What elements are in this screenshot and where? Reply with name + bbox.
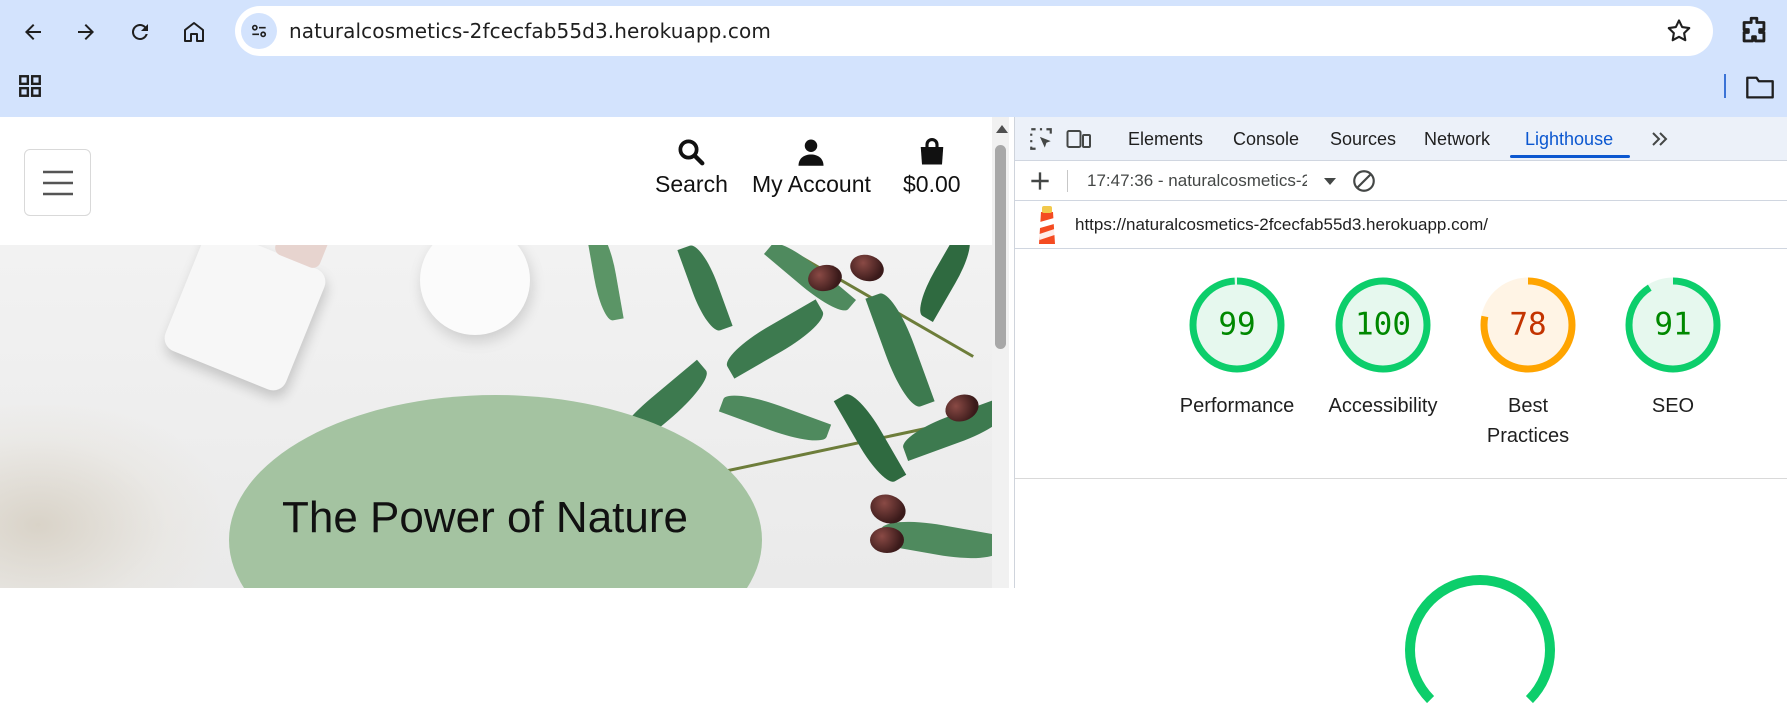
hero-oval xyxy=(229,395,762,588)
my-account-label: My Account xyxy=(752,171,871,197)
report-selector[interactable]: 17:47:36 - naturalcosmetics-2 xyxy=(1087,171,1307,191)
devtools-panel: Elements Console Sources Network Lightho… xyxy=(1014,117,1787,725)
reload-icon[interactable] xyxy=(120,12,160,52)
shopping-bag-icon xyxy=(920,138,944,165)
extensions-icon[interactable] xyxy=(1737,14,1771,48)
gauge-ring: 99 xyxy=(1189,277,1285,373)
address-bar-url: naturalcosmetics-2fcecfab55d3.herokuapp.… xyxy=(289,19,771,43)
gauge-score: 100 xyxy=(1355,307,1411,343)
web-page: Search My Account $0.00 The Power of Nat… xyxy=(0,117,992,588)
search-link[interactable]: Search xyxy=(655,137,728,198)
olive-leaf xyxy=(833,388,907,488)
olive-leaf xyxy=(677,245,733,335)
gauge-ring: 78 xyxy=(1480,277,1576,373)
score-gauge-seo[interactable]: 91 SEO xyxy=(1613,275,1733,421)
bag-total: $0.00 xyxy=(903,171,961,197)
chevron-down-icon[interactable] xyxy=(1324,178,1336,185)
score-gauge-performance[interactable]: 99 Performance xyxy=(1177,275,1297,421)
home-icon[interactable] xyxy=(174,12,214,52)
site-info-icon[interactable] xyxy=(241,13,277,49)
lighthouse-toolbar: 17:47:36 - naturalcosmetics-2 xyxy=(1015,161,1787,201)
olive-leaf xyxy=(586,245,624,323)
olive-leaf xyxy=(720,299,830,379)
back-icon[interactable] xyxy=(13,12,53,52)
forward-icon[interactable] xyxy=(66,12,106,52)
devtools-tabbar: Elements Console Sources Network Lightho… xyxy=(1015,117,1787,161)
folder-icon[interactable] xyxy=(1745,74,1775,100)
gauge-label: Accessibility xyxy=(1328,395,1438,417)
active-tab-indicator xyxy=(1510,155,1630,158)
cosmetic-bottle-image xyxy=(160,245,330,395)
user-icon xyxy=(798,139,824,166)
gauge-label: Performance xyxy=(1179,395,1295,417)
tab-network[interactable]: Network xyxy=(1424,129,1490,150)
olive-leaf xyxy=(718,386,832,450)
gauge-score: 91 xyxy=(1654,307,1691,343)
page-scrollbar[interactable] xyxy=(992,117,1009,588)
more-tabs-icon[interactable] xyxy=(1648,127,1672,151)
clear-icon[interactable] xyxy=(1351,168,1377,194)
search-icon xyxy=(678,139,705,166)
tab-console[interactable]: Console xyxy=(1233,129,1299,150)
device-toolbar-icon[interactable] xyxy=(1066,126,1092,152)
lighthouse-icon xyxy=(1039,206,1055,244)
audited-url-bar: https://naturalcosmetics-2fcecfab55d3.he… xyxy=(1015,201,1787,249)
hero-banner: The Power of Nature xyxy=(0,245,992,588)
audited-url[interactable]: https://naturalcosmetics-2fcecfab55d3.he… xyxy=(1075,215,1488,235)
section-divider xyxy=(1015,478,1787,479)
tab-lighthouse[interactable]: Lighthouse xyxy=(1525,129,1613,150)
my-account-link[interactable]: My Account xyxy=(752,137,871,198)
hamburger-icon xyxy=(42,170,73,195)
olive-fruit xyxy=(847,251,887,285)
cream-jar-image xyxy=(420,245,530,335)
tab-sources[interactable]: Sources xyxy=(1330,129,1396,150)
score-gauge-accessibility[interactable]: 100 Accessibility xyxy=(1323,275,1443,421)
scroll-thumb[interactable] xyxy=(995,145,1006,349)
inspect-element-icon[interactable] xyxy=(1028,126,1054,152)
performance-gauge-large xyxy=(1405,575,1555,725)
bookmark-separator xyxy=(1724,74,1726,98)
search-label: Search xyxy=(655,171,728,197)
gauge-label: SEO xyxy=(1651,395,1695,417)
olive-leaf xyxy=(912,245,978,322)
tab-elements[interactable]: Elements xyxy=(1128,129,1203,150)
gauge-score: 99 xyxy=(1218,307,1255,343)
gauge-ring: 91 xyxy=(1625,277,1721,373)
bookmark-star-icon[interactable] xyxy=(1665,17,1693,45)
shopping-bag-link[interactable]: $0.00 xyxy=(903,137,961,198)
menu-toggle-button[interactable] xyxy=(24,149,91,216)
scroll-up-arrow-icon[interactable] xyxy=(996,125,1008,133)
address-bar[interactable]: naturalcosmetics-2fcecfab55d3.herokuapp.… xyxy=(235,6,1713,56)
browser-toolbar: naturalcosmetics-2fcecfab55d3.herokuapp.… xyxy=(0,0,1787,117)
new-report-icon[interactable] xyxy=(1027,168,1053,194)
olive-fruit xyxy=(870,527,904,553)
toolbar-separator xyxy=(1067,170,1068,192)
apps-icon[interactable] xyxy=(17,73,43,99)
score-gauge-best-practices[interactable]: 78 Best Practices xyxy=(1468,275,1588,451)
pampas-grass-image xyxy=(0,405,220,588)
gauge-ring: 100 xyxy=(1335,277,1431,373)
hero-title: The Power of Nature xyxy=(282,493,688,542)
gauge-label: Best Practices xyxy=(1486,395,1570,447)
gauge-score: 78 xyxy=(1509,307,1546,343)
